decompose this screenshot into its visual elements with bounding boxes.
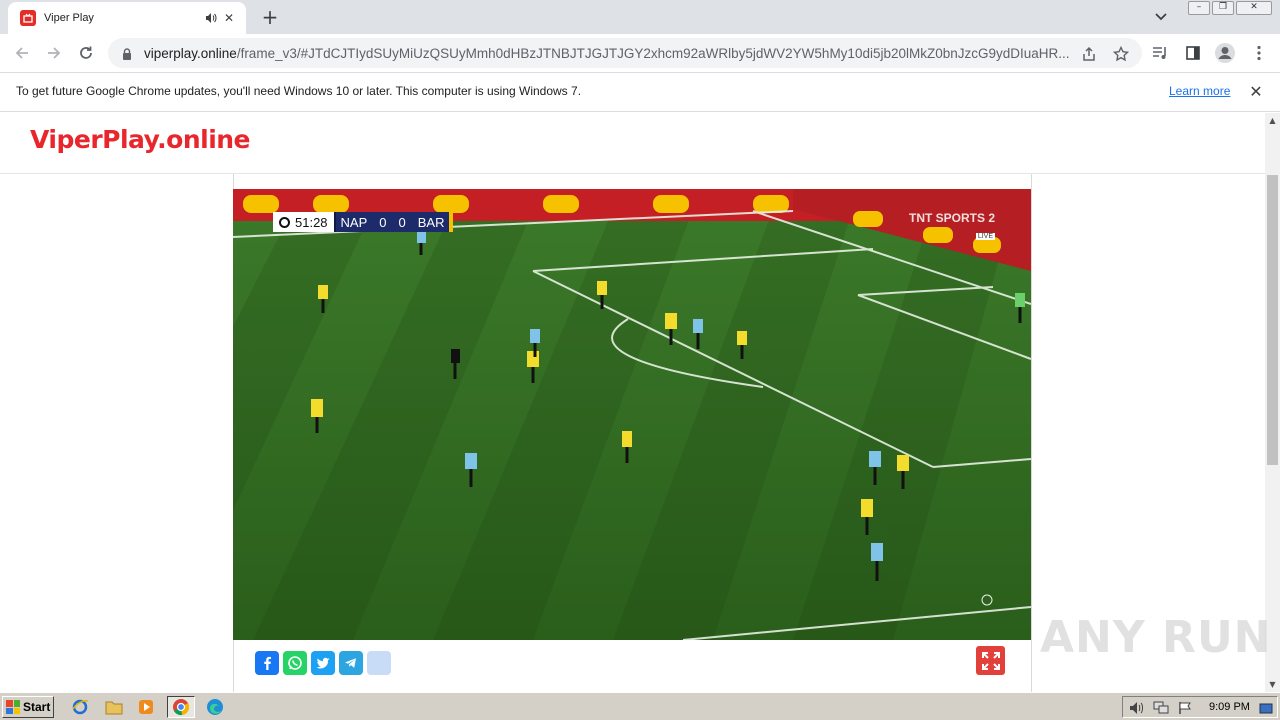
edge-icon[interactable] [203,696,227,718]
site-header: ViperPlay.online [0,113,1265,174]
telegram-icon[interactable] [339,651,363,675]
close-infobar-icon[interactable]: ✕ [1246,82,1266,102]
browser-toolbar: viperplay.online/frame_v3/#JTdCJTIydSUyM… [0,34,1280,72]
volume-icon[interactable] [1129,700,1145,714]
close-window-button[interactable]: ✕ [1236,1,1272,15]
video-player[interactable]: 51:28 NAP 0 0 BAR TNT SPORTS 2 LIVE [233,189,1031,640]
ball-icon [279,216,290,228]
tab-title: Viper Play [44,12,94,24]
share-bar [255,651,391,675]
file-explorer-icon[interactable] [102,696,126,718]
new-tab-button[interactable]: + [258,6,282,30]
football-broadcast-frame [233,189,1031,640]
profile-avatar-icon[interactable] [1214,42,1236,64]
forward-icon[interactable] [42,41,66,65]
speaker-icon[interactable] [202,9,220,27]
show-desktop-icon[interactable] [1259,700,1275,714]
anyrun-watermark: ANY RUN [1040,612,1272,663]
site-logo[interactable]: ViperPlay.online [30,125,251,154]
menu-kebab-icon[interactable] [1248,42,1270,64]
scoreboard: 51:28 NAP 0 0 BAR [273,212,454,232]
network-icon[interactable] [1153,700,1169,714]
address-bar[interactable]: viperplay.online/frame_v3/#JTdCJTIydSUyM… [108,38,1142,68]
update-infobar: To get future Google Chrome updates, you… [0,72,1280,112]
learn-more-link[interactable]: Learn more [1169,84,1230,98]
system-tray: 9:09 PM [1122,696,1278,718]
away-team: BAR [417,214,445,230]
start-label: Start [23,700,51,714]
windows-taskbar: Start 9:09 PM [0,692,1280,720]
start-button[interactable]: Start [2,696,54,718]
close-tab-icon[interactable]: ✕ [220,9,238,27]
scroll-down-icon[interactable]: ▼ [1265,677,1280,692]
page-scrollbar[interactable]: ▲ ▼ [1265,113,1280,692]
home-team: NAP [340,214,368,230]
web-page: ViperPlay.online 51:28 NAP 0 0 BAR TNT S… [0,113,1265,692]
broadcaster-logo: TNT SPORTS 2 LIVE [909,211,996,240]
tab-strip: Viper Play ✕ + – ❐ ✕ [0,0,1280,34]
tv-icon [20,10,36,26]
taskbar-clock[interactable]: 9:09 PM [1209,701,1250,713]
back-icon[interactable] [10,41,34,65]
windows-logo-icon [6,700,20,714]
infobar-message: To get future Google Chrome updates, you… [16,84,582,98]
share-icon[interactable] [367,651,391,675]
media-player-icon[interactable] [134,696,158,718]
url-text[interactable]: viperplay.online/frame_v3/#JTdCJTIydSUyM… [144,46,1074,61]
reload-icon[interactable] [74,41,98,65]
scroll-thumb[interactable] [1267,175,1278,465]
scroll-up-icon[interactable]: ▲ [1265,113,1280,128]
restore-button[interactable]: ❐ [1212,1,1234,15]
side-panel-icon[interactable] [1182,42,1204,64]
whatsapp-icon[interactable] [283,651,307,675]
minimize-button[interactable]: – [1188,1,1210,15]
tab-search-chevron-icon[interactable] [1150,6,1172,28]
fullscreen-icon[interactable] [976,646,1005,675]
match-clock: 51:28 [295,214,328,230]
media-control-icon[interactable] [1150,42,1172,64]
window-controls: – ❐ ✕ [1188,1,1272,15]
share-page-icon[interactable] [1080,45,1098,63]
tab-viper-play[interactable]: Viper Play ✕ [8,2,246,34]
away-score: 0 [398,214,406,230]
internet-explorer-icon[interactable] [68,696,92,718]
facebook-icon[interactable] [255,651,279,675]
bookmark-star-icon[interactable] [1112,45,1130,63]
chrome-icon[interactable] [167,696,195,718]
twitter-icon[interactable] [311,651,335,675]
home-score: 0 [379,214,387,230]
action-center-flag-icon[interactable] [1177,700,1193,714]
lock-icon[interactable] [120,46,134,60]
